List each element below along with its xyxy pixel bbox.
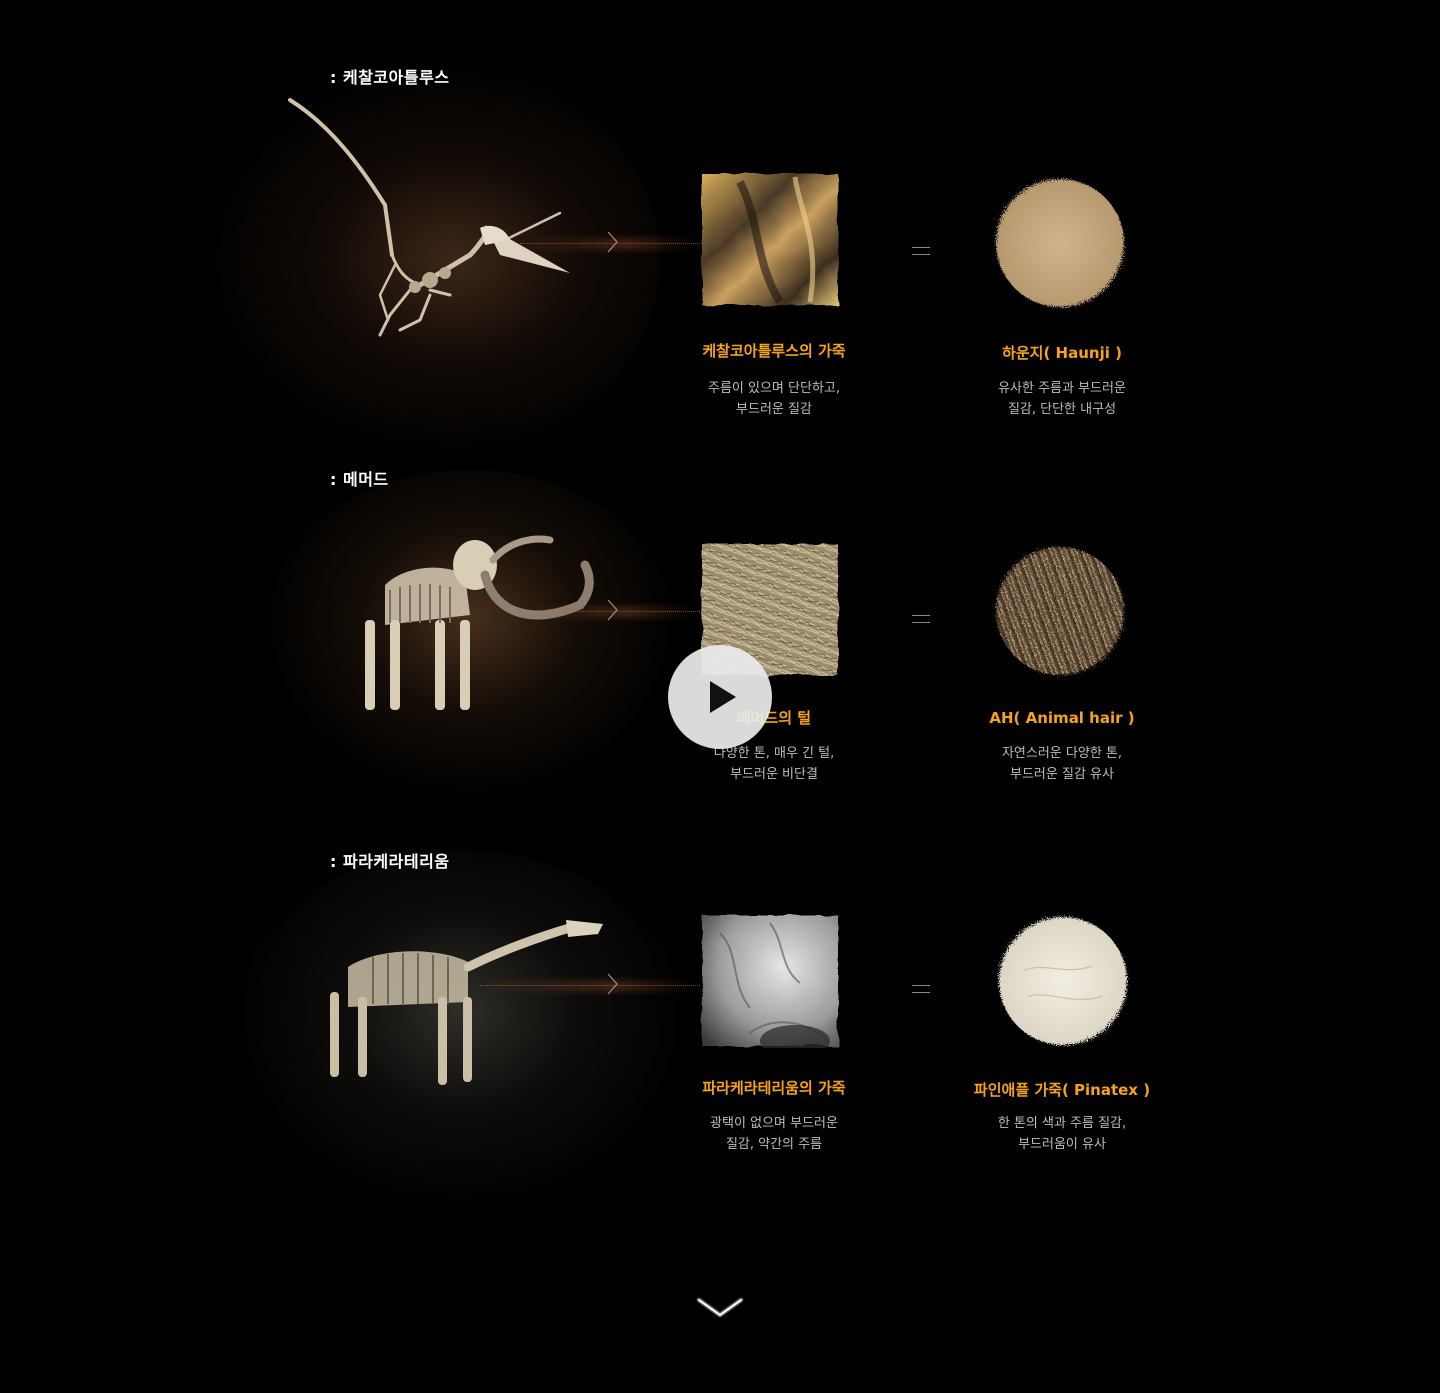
material-description: 한 톤의 색과 주름 질감, 부드러움이 유사 — [997, 1116, 1127, 1152]
material-description: 광택이 없으며 부드러운 질감, 약간의 주름 — [710, 1116, 838, 1152]
play-icon — [710, 681, 736, 713]
section-paraceratherium: : 파라케라테리움 파라케라테리움의 가죽 광택이 없으며 부드러운 질감, 약… — [0, 0, 1440, 1210]
connector-arrow — [480, 973, 700, 995]
chevron-right-icon — [607, 599, 618, 621]
equals-icon — [912, 614, 930, 624]
paraceratherium-leather-swatch — [700, 913, 840, 1048]
pinatex-swatch — [999, 917, 1127, 1045]
mammoth-skeleton-image — [365, 535, 594, 710]
material-title: AH( Animal hair ) — [989, 709, 1135, 727]
connector-arrow — [520, 599, 700, 621]
material-description: 주름이 있으며 단단하고, 부드러운 질감 — [708, 381, 840, 417]
animal-hair-swatch — [996, 547, 1124, 675]
section-title: : 메머드 — [330, 470, 389, 489]
material-description: 다양한 톤, 매우 긴 털, 부드러운 비단결 — [713, 746, 835, 782]
chevron-right-icon — [607, 973, 618, 995]
material-description: 자연스러운 다양한 톤, 부드러운 질감 유사 — [1001, 746, 1123, 782]
chevron-down-icon — [696, 1297, 744, 1318]
paraceratherium-skeleton-image — [330, 920, 603, 1085]
section-title: : 파라케라테리움 — [330, 852, 450, 871]
equals-icon — [912, 984, 930, 994]
scroll-down-button[interactable] — [696, 1296, 744, 1322]
material-title: 파라케라테리움의 가죽 — [702, 1079, 846, 1097]
material-title: 파인애플 가죽( Pinatex ) — [973, 1081, 1151, 1099]
material-description: 유사한 주름과 부드러운 질감, 단단한 내구성 — [998, 381, 1126, 417]
play-video-button[interactable] — [668, 645, 772, 749]
